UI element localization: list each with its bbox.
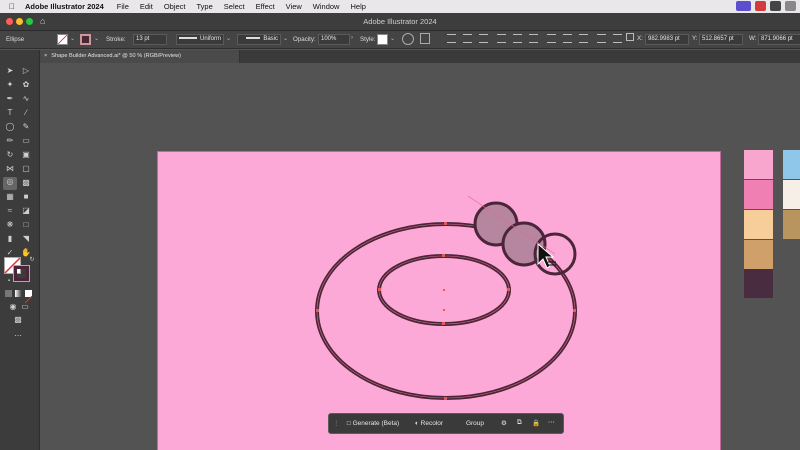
swatch-7[interactable] [783,180,800,209]
swatch-3[interactable] [744,210,773,239]
more-options-icon[interactable]: ⋯ [548,418,555,426]
group-label: Group [465,420,485,427]
lock-icon[interactable]: 🔒 [532,419,540,427]
recolor-button[interactable]: ◐ Recolor [407,417,451,431]
swatch-6[interactable] [783,150,800,179]
swatch-4[interactable] [744,240,773,269]
group-button[interactable]: Group [455,417,495,431]
contextual-task-bar: ⋮ □ Generate (Beta) ◐ Recolor Group ⚙ ⧉ … [328,413,564,434]
drag-handle-icon[interactable]: ⋮ [333,419,340,427]
artwork-layer [315,195,577,400]
recolor-icon: ◐ [414,420,419,427]
generate-button[interactable]: □ Generate (Beta) [341,417,405,431]
recolor-label: Recolor [420,420,444,427]
swatch-8[interactable] [783,210,800,239]
generate-icon: □ [346,420,351,427]
generate-label: Generate (Beta) [352,420,400,427]
duplicate-icon[interactable]: ⧉ [517,419,522,427]
illustrator-window:  Adobe Illustrator 2024 File Edit Objec… [0,0,800,450]
settings-gear-icon[interactable]: ⚙ [501,419,507,427]
swatch-5[interactable] [744,269,773,298]
swatch-1[interactable] [744,150,773,179]
swatch-2[interactable] [744,180,773,209]
